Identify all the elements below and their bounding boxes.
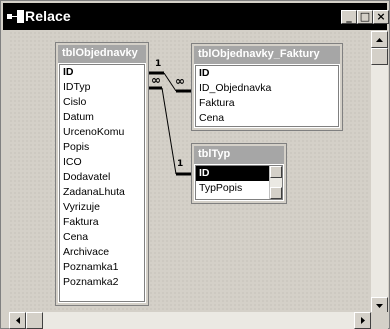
relationship-typ-objednavky[interactable]	[149, 86, 191, 176]
horizontal-scrollbar[interactable]	[9, 312, 371, 329]
horizontal-scroll-thumb[interactable]	[26, 312, 43, 329]
cardinality-many: ∞	[175, 74, 185, 88]
vertical-scroll-thumb[interactable]	[371, 48, 388, 65]
size-grip[interactable]	[371, 312, 388, 329]
minimize-button[interactable]: _	[341, 10, 357, 24]
scroll-left-button[interactable]	[9, 312, 26, 329]
vertical-scrollbar[interactable]	[371, 31, 388, 314]
arrow-right-icon	[360, 317, 365, 324]
maximize-button[interactable]: □	[357, 10, 373, 24]
cardinality-one: 1	[155, 59, 162, 69]
relationship-lines	[149, 71, 191, 176]
title-bar[interactable]: Relace _ □ ×	[3, 3, 389, 30]
arrow-left-icon	[15, 317, 20, 324]
scroll-up-button[interactable]	[371, 31, 388, 48]
cardinality-one: 1	[177, 159, 184, 169]
relationships-window: Relace _ □ × tblObjednavky ID IDTyp Cisl…	[0, 0, 390, 329]
arrow-down-icon	[376, 303, 383, 308]
cardinality-many: ∞	[151, 73, 161, 87]
relationships-window-icon	[7, 10, 24, 23]
arrow-up-icon	[376, 37, 383, 42]
window-title: Relace	[25, 8, 71, 24]
relationships-canvas[interactable]: tblObjednavky ID IDTyp Cislo Datum Urcen…	[9, 31, 370, 312]
scroll-right-button[interactable]	[354, 312, 371, 329]
close-button[interactable]: ×	[373, 10, 389, 24]
